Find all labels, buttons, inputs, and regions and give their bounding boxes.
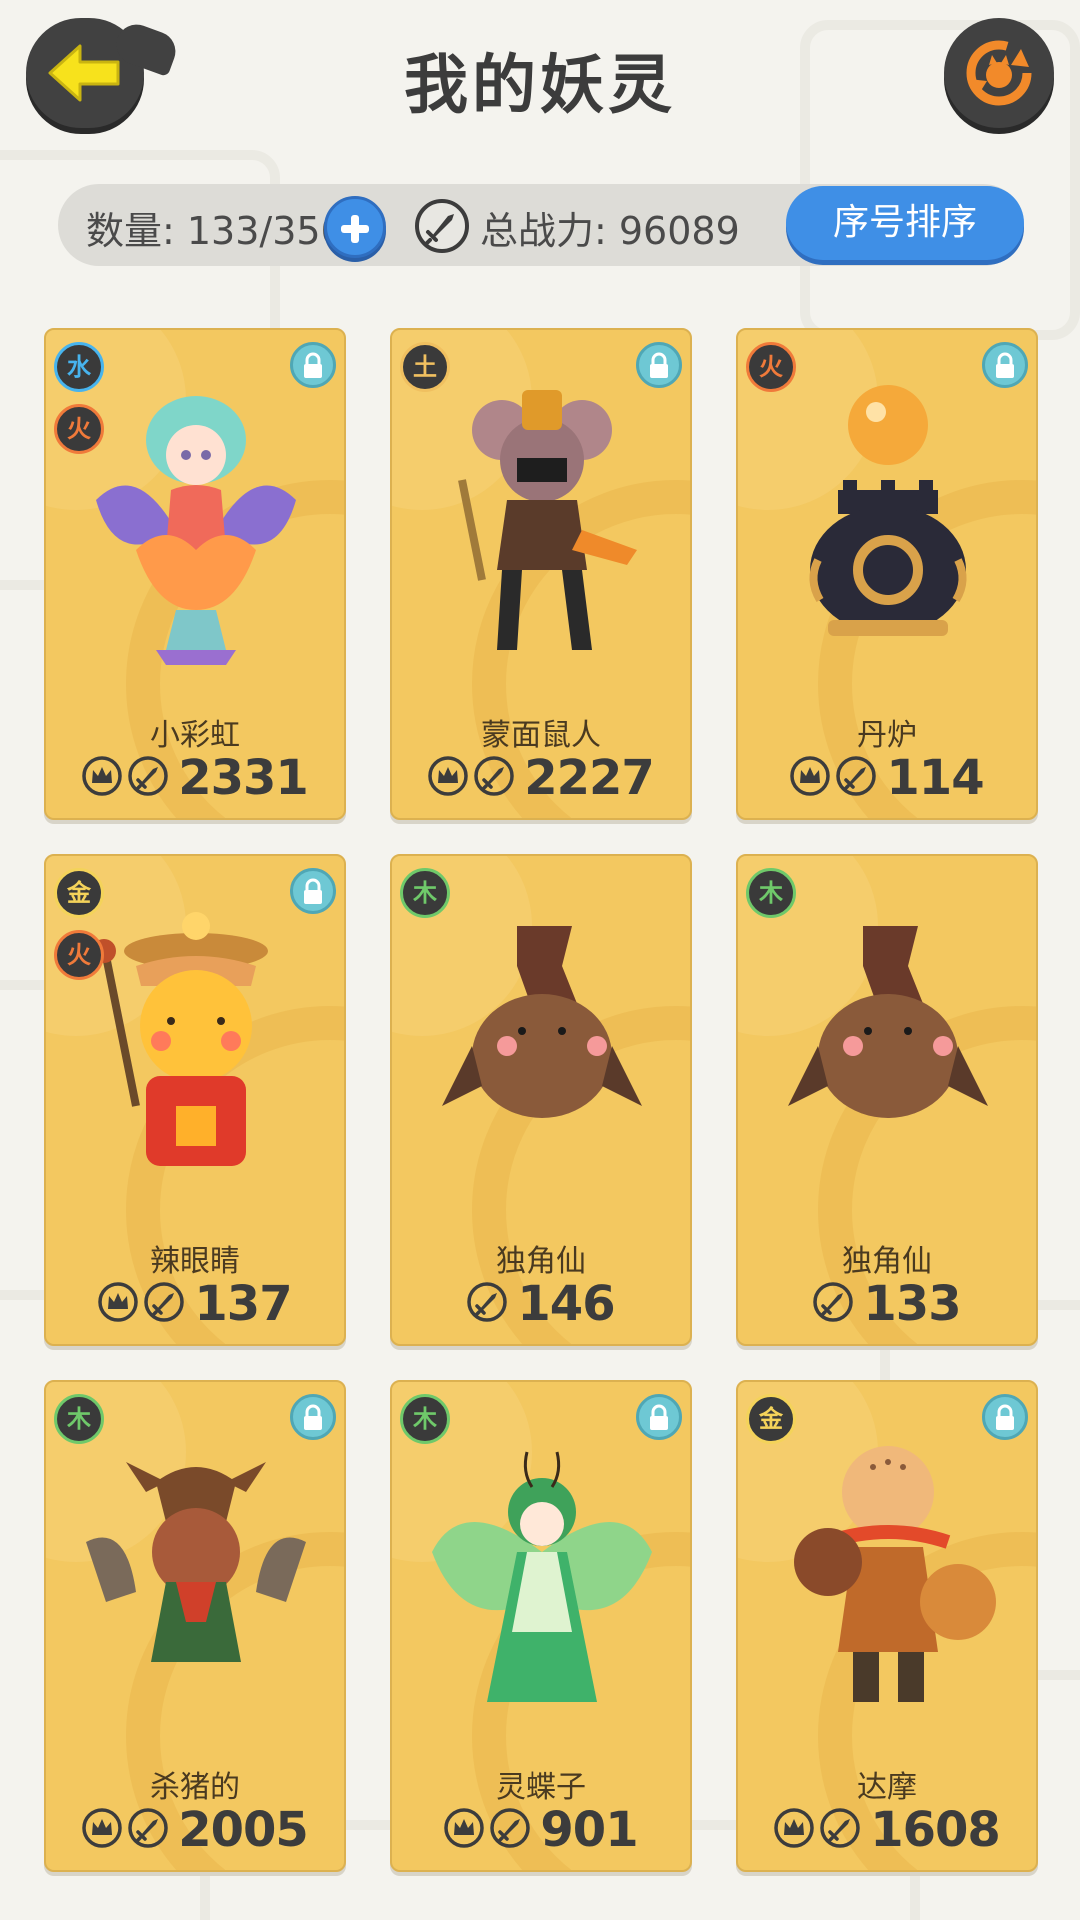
monster-portrait [768,906,1008,1206]
combat-power-value: 2005 [178,1802,309,1858]
crown-icon [428,756,468,800]
refresh-icon [966,40,1032,106]
monster-name: 独角仙 [496,1244,586,1279]
monster-name: 丹炉 [857,718,917,753]
crown-icon [82,756,122,800]
element-badge: 木 [54,1394,104,1444]
lock-icon[interactable] [290,342,336,388]
combat-power-value: 114 [886,750,984,806]
monster-card[interactable]: 土蒙面鼠人 2227 [390,328,692,820]
monster-portrait [768,380,1008,680]
element-badge: 木 [400,868,450,918]
element-badge: 金 [746,1394,796,1444]
monster-name: 独角仙 [842,1244,932,1279]
combat-power-icon [467,1282,508,1326]
element-badge: 火 [746,342,796,392]
monster-stats: 901 [392,1802,690,1858]
refresh-button[interactable] [944,18,1054,128]
monster-stats: 2227 [392,750,690,806]
monster-stats: 114 [738,750,1036,806]
combat-power-icon [474,756,514,800]
lock-icon[interactable] [290,868,336,914]
element-badge: 金 [54,868,104,918]
monster-card[interactable]: 木灵蝶子 901 [390,1380,692,1872]
monster-card[interactable]: 木独角仙 146 [390,854,692,1346]
monster-stats: 137 [46,1276,344,1332]
monster-name: 小彩虹 [150,718,240,753]
monster-name: 灵蝶子 [496,1770,586,1805]
monster-name: 辣眼睛 [150,1244,240,1279]
combat-power-icon [128,756,168,800]
crown-icon [790,756,831,800]
combat-power-icon [144,1282,185,1326]
lock-icon[interactable] [982,342,1028,388]
element-badge: 土 [400,342,450,392]
element-badge: 木 [746,868,796,918]
sort-by-number-button[interactable]: 序号排序 [786,186,1024,260]
combat-power-value: 137 [194,1276,292,1332]
combat-power-value: 133 [863,1276,961,1332]
monster-stats: 146 [392,1276,690,1332]
monster-portrait [76,1432,316,1732]
lock-icon[interactable] [636,1394,682,1440]
total-power-icon [414,198,470,258]
element-badge: 火 [54,404,104,454]
combat-power-icon [490,1808,531,1852]
total-power: 总战力: 96089 [480,209,740,253]
monster-portrait [76,380,316,680]
monster-name: 蒙面鼠人 [481,718,601,753]
page-title: 我的妖灵 [404,49,676,123]
monster-count: 数量: 133/350 [86,209,345,253]
monster-portrait [422,1432,662,1732]
monster-portrait [422,906,662,1206]
element-badge: 火 [54,930,104,980]
monster-card[interactable]: 木杀猪的 2005 [44,1380,346,1872]
monster-name: 杀猪的 [150,1770,240,1805]
add-capacity-button[interactable] [324,196,386,258]
monster-card[interactable]: 金火辣眼睛 137 [44,854,346,1346]
monster-portrait [422,380,662,680]
monster-stats: 133 [738,1276,1036,1332]
lock-icon[interactable] [982,1394,1028,1440]
monster-card[interactable]: 水火小彩虹 2331 [44,328,346,820]
lock-icon[interactable] [636,342,682,388]
crown-icon [774,1808,814,1852]
monster-portrait [76,906,316,1206]
crown-icon [98,1282,139,1326]
combat-power-value: 1608 [870,1802,1001,1858]
monster-stats: 2331 [46,750,344,806]
combat-power-icon [836,756,877,800]
element-badge: 木 [400,1394,450,1444]
monster-stats: 2005 [46,1802,344,1858]
combat-power-value: 146 [517,1276,615,1332]
monster-card[interactable]: 木独角仙 133 [736,854,1038,1346]
combat-power-value: 2331 [178,750,309,806]
crown-icon [82,1808,122,1852]
combat-power-value: 901 [540,1802,638,1858]
monster-stats: 1608 [738,1802,1036,1858]
crown-icon [444,1808,485,1852]
lock-icon[interactable] [290,1394,336,1440]
monster-card[interactable]: 火丹炉 114 [736,328,1038,820]
monster-portrait [768,1432,1008,1732]
combat-power-icon [820,1808,860,1852]
combat-power-icon [128,1808,168,1852]
combat-power-icon [813,1282,854,1326]
monster-name: 达摩 [857,1770,917,1805]
combat-power-value: 2227 [524,750,655,806]
stats-bar: 数量: 133/350 总战力: 96089 序号排序 [58,184,1024,266]
element-badge: 水 [54,342,104,392]
monster-card[interactable]: 金达摩 1608 [736,1380,1038,1872]
